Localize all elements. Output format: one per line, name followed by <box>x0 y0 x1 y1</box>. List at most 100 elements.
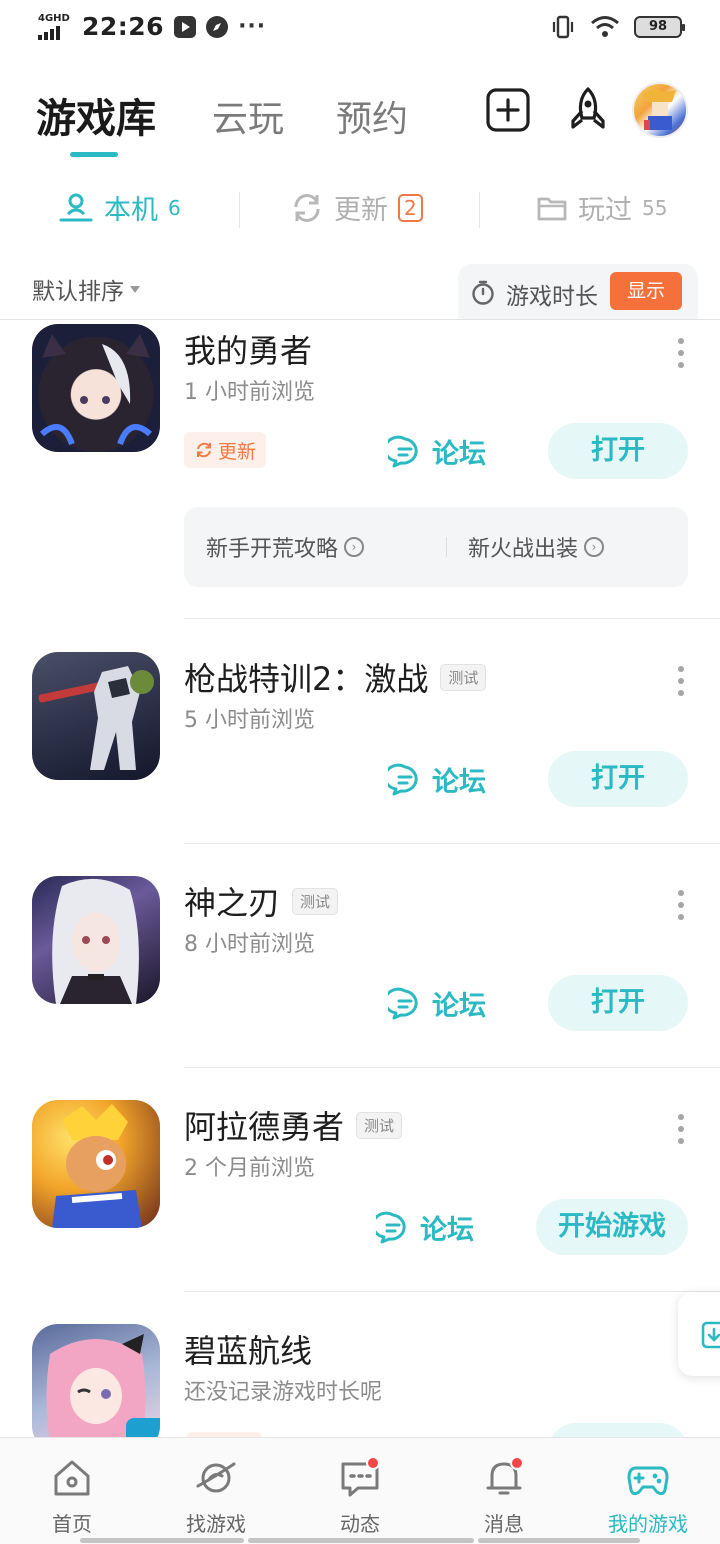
game-title-text: 神之刃 <box>184 884 281 922</box>
game-title: 阿拉德勇者 测试 <box>184 1102 403 1148</box>
user-avatar[interactable] <box>632 82 688 138</box>
home-icon <box>54 1460 90 1496</box>
subtab-played[interactable]: 玩过 55 <box>536 188 667 227</box>
tab-cloud-play[interactable]: 云玩 <box>212 90 284 142</box>
subtab-played-label: 玩过 <box>578 195 632 226</box>
video-app-icon <box>174 15 197 38</box>
guide-link[interactable]: 新火战出装 › <box>468 531 605 563</box>
nav-home[interactable]: 首页 <box>0 1438 144 1544</box>
open-game-button[interactable]: 打开 <box>548 975 688 1031</box>
forum-button[interactable]: 论坛 <box>388 984 486 1023</box>
game-icon[interactable] <box>32 1324 160 1437</box>
subtab-local-count: 6 <box>168 195 181 220</box>
game-title-text: 碧蓝航线 <box>184 1332 313 1370</box>
folder-icon <box>537 197 567 220</box>
show-playtime-button[interactable]: 显示 <box>610 272 682 310</box>
nav-my-games-label: 我的游戏 <box>608 1512 688 1536</box>
test-tag: 测试 <box>292 887 339 915</box>
playtime-status-text: 还没记录游戏时长呢 <box>184 1380 383 1405</box>
open-game-button[interactable] <box>548 1423 688 1437</box>
game-title: 碧蓝航线 <box>184 1326 312 1372</box>
floating-download-button[interactable] <box>678 1292 720 1376</box>
more-options-icon[interactable] <box>676 666 686 696</box>
battery-indicator: 98 <box>634 16 685 38</box>
guide-link-label: 新火战出装 <box>468 537 579 562</box>
notification-dot <box>366 1456 380 1470</box>
more-options-icon[interactable] <box>676 890 686 920</box>
subtab-updates[interactable]: 更新 2 <box>290 188 423 227</box>
playtime-toggle-panel: 游戏时长 显示 <box>458 264 698 320</box>
start-game-button[interactable]: 开始游戏 <box>536 1199 688 1255</box>
game-row: 枪战特训2：激战 测试 5 小时前浏览 论坛 打开 <box>0 620 720 844</box>
notification-dot <box>510 1456 524 1470</box>
more-options-icon[interactable] <box>676 338 686 368</box>
forum-button-label: 论坛 <box>420 1215 474 1246</box>
forum-chat-icon <box>376 1211 406 1243</box>
guide-link[interactable]: 新手开荒攻略 › <box>206 531 365 563</box>
nav-feed-label: 动态 <box>340 1512 380 1536</box>
guide-panel: 新手开荒攻略 › 新火战出装 › <box>184 507 688 587</box>
sub-tab-bar: 本机 6 更新 2 玩过 55 <box>0 182 720 242</box>
forum-chat-icon <box>388 435 418 467</box>
game-icon[interactable] <box>32 876 160 1004</box>
game-list[interactable]: 我的勇者 1 小时前浏览 更新 论坛 打开 新手开荒攻略 › 新火战出装 › 枪… <box>0 320 720 1437</box>
bottom-nav: 首页 找游戏 动态 消息 我的游戏 <box>0 1437 720 1544</box>
divider <box>239 192 240 228</box>
stopwatch-icon <box>472 280 494 305</box>
game-row: 神之刃 测试 8 小时前浏览 论坛 打开 <box>0 844 720 1068</box>
game-icon[interactable] <box>32 652 160 780</box>
gesture-bar <box>478 1538 640 1543</box>
game-title: 我的勇者 <box>184 326 312 372</box>
game-row: 我的勇者 1 小时前浏览 更新 论坛 打开 新手开荒攻略 › 新火战出装 › <box>0 320 720 620</box>
update-tag[interactable]: 更新 <box>184 432 267 468</box>
status-bar: 4GHD 22:26 ··· 98 <box>0 0 720 56</box>
wifi-icon <box>591 16 619 37</box>
test-tag: 测试 <box>356 1111 403 1139</box>
game-title-text: 阿拉德勇者 <box>184 1108 345 1146</box>
gesture-bar <box>248 1538 474 1543</box>
open-game-button[interactable]: 打开 <box>548 423 688 479</box>
nav-find-games-label: 找游戏 <box>186 1512 246 1536</box>
more-options-icon[interactable] <box>676 1114 686 1144</box>
forum-button[interactable]: 论坛 <box>388 432 486 471</box>
gamepad-icon <box>627 1466 669 1496</box>
gesture-bar <box>80 1538 244 1543</box>
subtab-local-label: 本机 <box>104 195 158 226</box>
network-type: 4GHD <box>38 12 70 24</box>
sort-dropdown-label: 默认排序 <box>32 279 124 305</box>
game-title-text: 枪战特训2：激战 <box>184 660 429 698</box>
rocket-icon <box>571 87 605 129</box>
vibrate-icon <box>552 15 574 39</box>
tab-game-library[interactable]: 游戏库 <box>36 86 156 144</box>
add-game-button[interactable] <box>484 86 532 134</box>
game-icon[interactable] <box>32 1100 160 1228</box>
open-game-button[interactable]: 打开 <box>548 751 688 807</box>
last-viewed-text: 5 小时前浏览 <box>184 708 315 733</box>
top-header: 游戏库 云玩 预约 <box>0 78 720 158</box>
clock: 22:26 <box>82 12 165 41</box>
caret-down-icon <box>130 285 140 293</box>
refresh-icon <box>197 442 211 458</box>
subtab-updates-label: 更新 <box>334 195 388 226</box>
subtab-played-count: 55 <box>642 195 668 220</box>
game-icon[interactable] <box>32 324 160 452</box>
forum-button[interactable]: 论坛 <box>388 760 486 799</box>
tab-reservation[interactable]: 预约 <box>336 90 408 142</box>
last-viewed-text: 8 小时前浏览 <box>184 932 315 957</box>
subtab-local[interactable]: 本机 6 <box>58 188 181 227</box>
speedup-button[interactable] <box>564 86 612 134</box>
nav-find-games[interactable]: 找游戏 <box>144 1438 288 1544</box>
divider <box>446 537 447 557</box>
last-viewed-text: 1 小时前浏览 <box>184 380 315 405</box>
phone-user-icon <box>59 193 93 221</box>
nav-messages[interactable]: 消息 <box>432 1438 576 1544</box>
add-square-icon <box>486 88 530 132</box>
nav-feed[interactable]: 动态 <box>288 1438 432 1544</box>
last-viewed-text: 2 个月前浏览 <box>184 1156 315 1181</box>
sort-dropdown[interactable]: 默认排序 <box>32 272 140 306</box>
game-row: 碧蓝航线 还没记录游戏时长呢 <box>0 1292 720 1437</box>
forum-chat-icon <box>388 763 418 795</box>
forum-button[interactable]: 论坛 <box>376 1208 474 1247</box>
nav-my-games[interactable]: 我的游戏 <box>576 1438 720 1544</box>
update-tag-label: 更新 <box>218 440 257 463</box>
